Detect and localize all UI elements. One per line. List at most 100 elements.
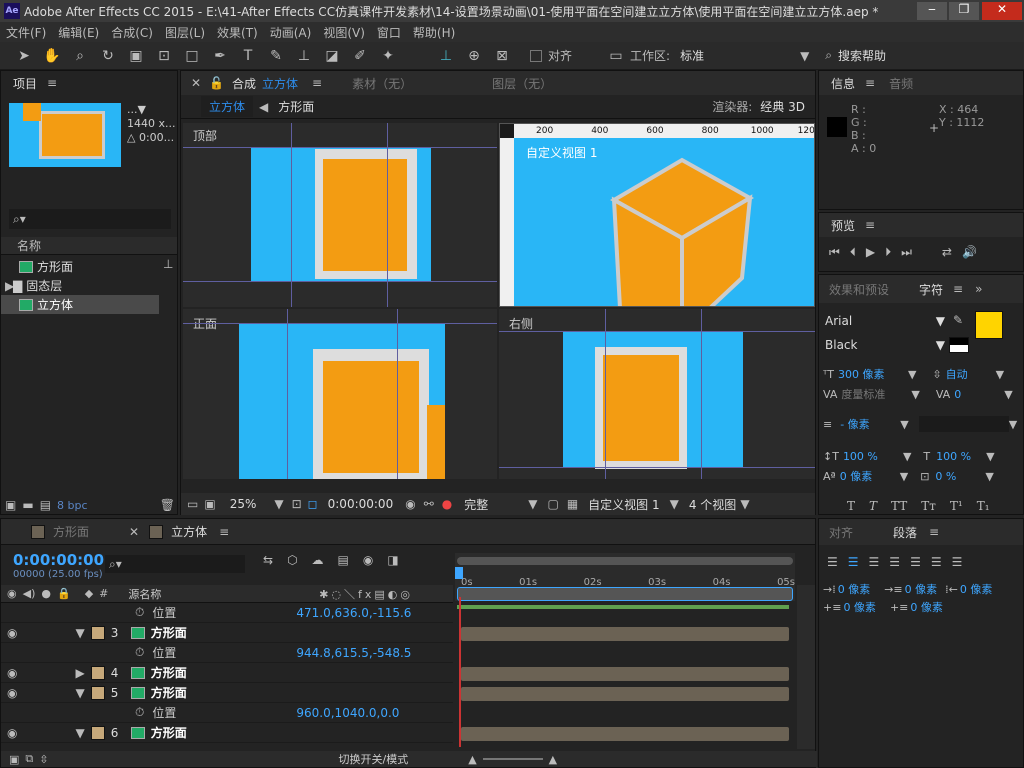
fill-color-swatch[interactable] [975,311,1003,339]
chevron-down-icon[interactable]: ▼ [528,497,537,511]
show-snapshot-icon[interactable]: ⚯ [424,497,434,511]
selection-tool-icon[interactable]: ➤ [13,46,35,66]
align-right-icon[interactable]: ☰ [869,555,880,569]
mask-visibility-icon[interactable]: ◻ [308,497,318,511]
panel-menu-icon[interactable]: ≡ [929,525,939,539]
graph-editor-icon[interactable]: ◨ [387,553,398,567]
comp-timecode[interactable]: 0:00:00:00 [328,497,394,511]
table-row[interactable]: ◉ ▼ 3 方形面 [1,623,453,643]
brush-tool-icon[interactable]: ✎ [265,46,287,66]
new-folder-icon[interactable]: ▬ [22,498,33,512]
minimize-button[interactable]: ‒ [917,2,947,20]
chevron-down-icon[interactable]: ▼ [75,726,84,740]
justify-last-center-icon[interactable]: ☰ [910,555,921,569]
justify-all-icon[interactable]: ☰ [952,555,963,569]
indent-left-field[interactable]: 0 像素 [838,581,871,597]
hand-tool-icon[interactable]: ✋ [41,46,63,66]
always-preview-icon[interactable]: ▭ [187,497,198,511]
panel-menu-icon[interactable]: ≡ [865,76,875,90]
rectangle-tool-icon[interactable]: □ [181,46,203,66]
view-top[interactable]: 顶部 [183,123,497,307]
chevron-down-icon[interactable]: ▼ [75,686,84,700]
panel-menu-icon[interactable]: ≡ [47,76,57,90]
position-value[interactable]: 944.8,615.5,-548.5 [296,646,411,660]
menu-file[interactable]: 文件(F) [6,24,46,41]
play-icon[interactable]: ▶ [866,245,875,259]
timeline-zoom-slider[interactable] [482,758,543,760]
new-composition-icon[interactable]: ▤ [40,498,51,512]
stroke-style-select[interactable] [918,416,1009,432]
space-before-field[interactable]: 0 像素 [843,599,876,615]
trash-icon[interactable]: 🗑 [160,498,175,512]
next-frame-icon[interactable]: ⏵ [885,245,891,260]
frame-blending-icon[interactable]: ▤ [338,553,349,567]
vertical-scale-field[interactable]: 100 % [843,450,903,463]
property-row[interactable]: ⏱ 位置 471.0,636.0,-115.6 [1,603,453,623]
position-value[interactable]: 471.0,636.0,-115.6 [296,606,411,620]
stopwatch-icon[interactable]: ⏱ [135,645,144,660]
layer-tab[interactable]: 图层（无） [492,75,552,92]
tsume-field[interactable]: 0 % [935,470,985,483]
project-search-input[interactable]: ⌕▾ [9,209,171,229]
timeline-navigator[interactable] [457,587,793,601]
chevron-down-icon[interactable]: ▼ [800,49,809,63]
view-right[interactable]: 右侧 [499,309,815,479]
font-size-field[interactable]: 300 像素 [838,366,908,382]
justify-last-right-icon[interactable]: ☰ [931,555,942,569]
workspace-select[interactable]: 标准 [680,47,800,64]
footage-tab[interactable]: 素材（无） [352,75,412,92]
project-tab[interactable]: 项目 [13,75,37,92]
font-style-select[interactable]: Black ▼ [825,335,945,355]
faux-bold-icon[interactable]: T [847,499,855,513]
align-left-icon[interactable]: ☰ [827,555,838,569]
align-center-icon[interactable]: ☰ [848,555,859,569]
panel-menu-icon[interactable]: ≡ [312,76,322,90]
subscript-icon[interactable]: T₁ [977,499,990,513]
chevron-down-icon[interactable]: ▼ [75,626,84,640]
small-caps-icon[interactable]: Tт [921,499,936,513]
position-value[interactable]: 960.0,1040.0,0.0 [296,706,399,720]
eyedropper-icon[interactable]: ✎ [953,313,963,327]
zoom-tool-icon[interactable]: ⌕ [69,46,91,66]
horizontal-scale-field[interactable]: 100 % [936,450,986,463]
more-panels-icon[interactable]: » [975,282,982,296]
playhead-handle[interactable] [455,567,463,579]
transfer-controls-icon[interactable]: ⧉ [25,752,33,766]
view-front[interactable]: 正面 [183,309,497,479]
eye-icon[interactable]: ◉ [7,666,17,680]
safe-zones-icon[interactable]: ⊡ [292,497,302,511]
stopwatch-icon[interactable]: ⏱ [135,705,144,720]
stopwatch-icon[interactable]: ⏱ [135,605,144,620]
in-out-icon[interactable]: ⇳ [39,753,48,766]
snap-checkbox[interactable] [530,49,542,62]
stroke-width-field[interactable]: - 像素 [840,416,900,432]
timeline-tab-1[interactable]: 方形面 [53,523,89,540]
roto-brush-tool-icon[interactable]: ✐ [349,46,371,66]
composition-mini-flowchart-icon[interactable]: ⇆ [263,553,273,567]
baseline-shift-field[interactable]: 0 像素 [840,468,900,484]
panel-menu-icon[interactable]: ≡ [219,525,229,539]
speaker-icon[interactable]: 🔊 [962,245,977,259]
comp-tab-label[interactable]: 合成 [232,75,256,92]
kerning-field[interactable]: 度量标准 [841,386,911,402]
lock-icon[interactable]: 🔓 [209,76,224,90]
previous-frame-icon[interactable]: ⏴ [850,245,856,260]
menu-layer[interactable]: 图层(L) [165,24,205,41]
first-frame-icon[interactable]: ⏮ [829,245,840,260]
eraser-tool-icon[interactable]: ◪ [321,46,343,66]
pen-tool-icon[interactable]: ✒ [209,46,231,66]
chevron-right-icon[interactable]: ▶ [75,666,84,680]
flowchart-icon[interactable]: ⊥ [163,257,173,271]
last-frame-icon[interactable]: ⏭ [901,245,912,260]
snapshot-icon[interactable]: ◉ [405,497,415,511]
indent-right-field[interactable]: 0 像素 [960,581,993,597]
close-button[interactable]: ✕ [982,2,1022,20]
superscript-icon[interactable]: T¹ [950,499,963,513]
property-row[interactable]: ⏱ 位置 960.0,1040.0,0.0 [1,703,453,723]
breadcrumb-active[interactable]: 立方体 [201,96,254,117]
motion-blur-icon[interactable]: ◉ [363,553,373,567]
maximize-button[interactable]: ❐ [949,2,979,20]
current-time-indicator[interactable] [459,597,461,747]
menu-composition[interactable]: 合成(C) [111,24,153,41]
transparency-grid-icon[interactable]: ▦ [567,497,578,511]
